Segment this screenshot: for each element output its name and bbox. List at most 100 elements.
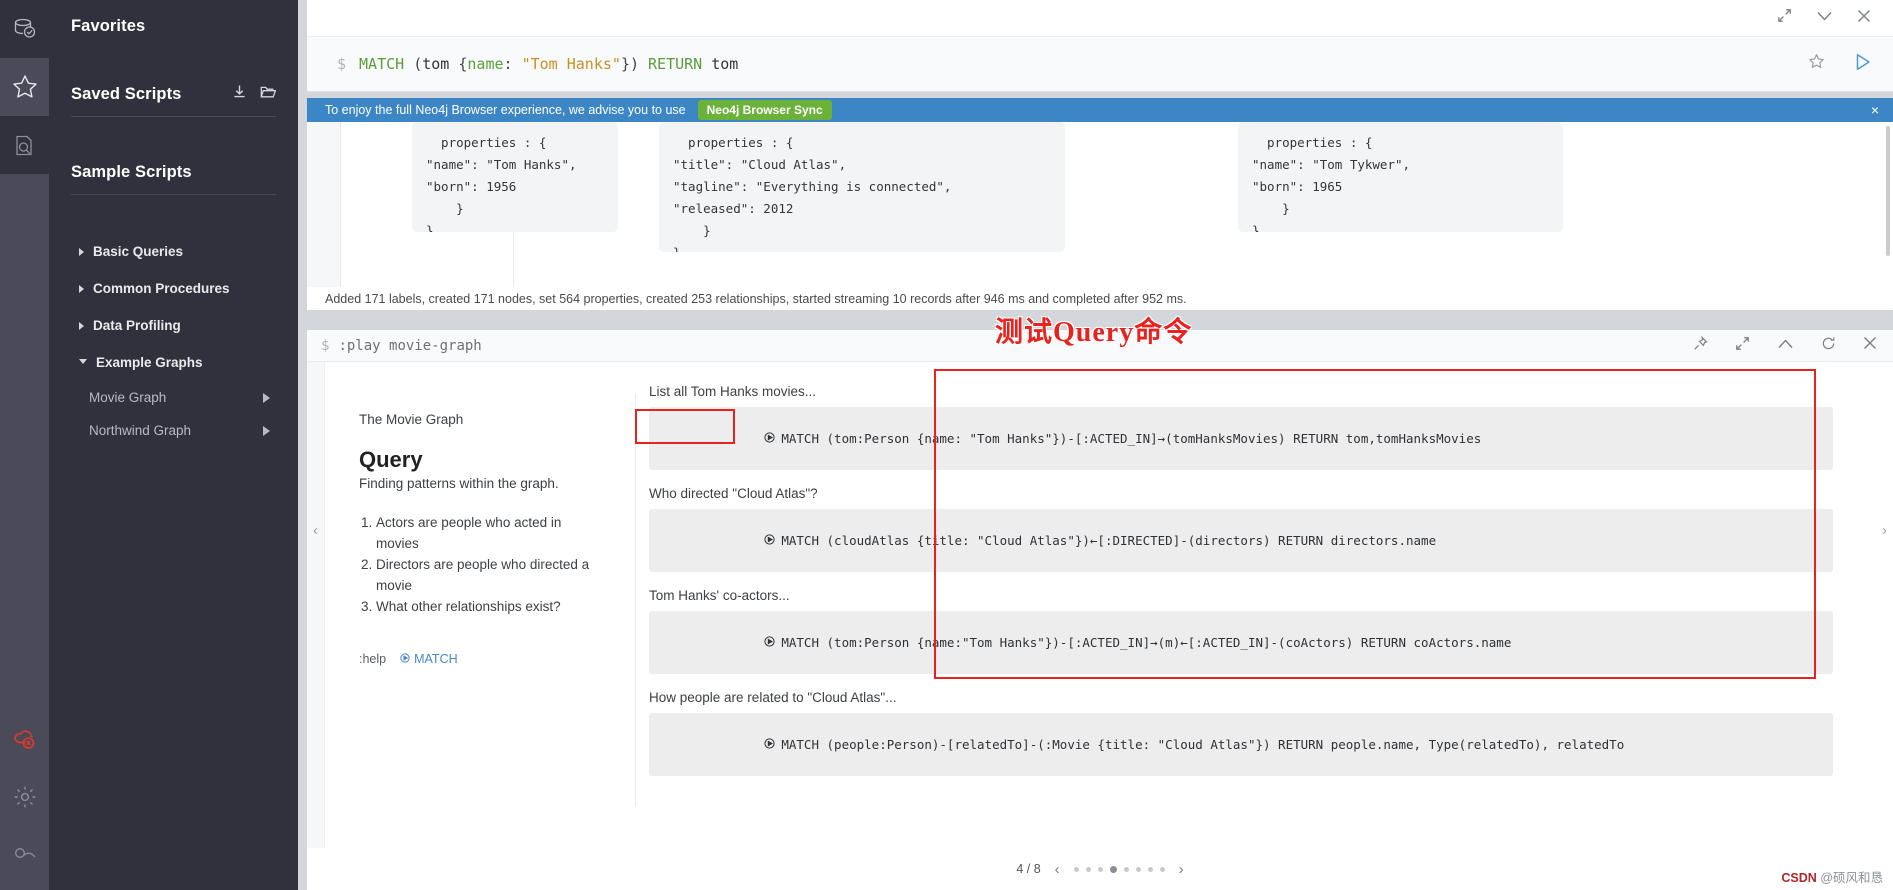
runnable-query[interactable]: MATCH (cloudAtlas {title: "Cloud Atlas"}… bbox=[649, 509, 1833, 572]
chevron-right-icon bbox=[79, 247, 84, 256]
tree-node-example-graphs[interactable]: Example Graphs bbox=[71, 344, 276, 381]
rail-item-documents[interactable] bbox=[0, 116, 49, 174]
help-match-link[interactable]: MATCH bbox=[400, 652, 458, 666]
page-dot-active[interactable] bbox=[1109, 865, 1117, 873]
collapse-left-icon[interactable]: ‹ bbox=[313, 522, 318, 539]
close-icon[interactable] bbox=[1857, 9, 1871, 28]
guide-list-item: Actors are people who acted in movies bbox=[376, 512, 605, 554]
query-label: Tom Hanks' co-actors... bbox=[649, 588, 790, 603]
sample-scripts-title: Sample Scripts bbox=[71, 163, 192, 181]
saved-scripts-title: Saved Scripts bbox=[71, 84, 182, 103]
tree-node-basic-queries[interactable]: Basic Queries bbox=[71, 233, 276, 270]
rail-item-favorites[interactable] bbox=[0, 58, 49, 116]
chevron-down-icon bbox=[79, 359, 87, 368]
favorites-star-icon bbox=[11, 73, 39, 101]
refresh-icon[interactable] bbox=[1821, 336, 1836, 356]
result-card: properties : { "name": "Tom Hanks", "bor… bbox=[412, 122, 618, 232]
pin-icon[interactable] bbox=[1693, 335, 1708, 356]
query-label: How people are related to "Cloud Atlas".… bbox=[649, 690, 897, 705]
chevron-right-icon bbox=[79, 284, 84, 293]
about-icon bbox=[12, 845, 38, 865]
play-guide-frame: $ :play movie-graph The Movie Graph Quer… bbox=[307, 330, 1893, 890]
rail-item-about[interactable] bbox=[0, 826, 49, 884]
saved-scripts-header: Saved Scripts bbox=[71, 36, 277, 104]
query-editor-frame: $ MATCH (tom {name: "Tom Hanks"}) RETURN… bbox=[307, 0, 1893, 92]
page-dot[interactable] bbox=[1123, 866, 1129, 872]
page-indicator: 4 / 8 bbox=[1016, 862, 1041, 876]
query-token: name bbox=[467, 55, 504, 73]
result-status-bar: Added 171 labels, created 171 nodes, set… bbox=[307, 287, 1893, 310]
page-dots bbox=[1073, 865, 1165, 873]
query-code-text: MATCH (people:Person)-[relatedTo]-(:Movi… bbox=[781, 737, 1625, 752]
runnable-query[interactable]: MATCH (tom:Person {name:"Tom Hanks"})-[:… bbox=[649, 611, 1833, 674]
expand-icon[interactable] bbox=[1735, 336, 1750, 356]
banner-text: To enjoy the full Neo4j Browser experien… bbox=[325, 103, 686, 117]
sample-scripts-tree: Basic Queries Common Procedures Data Pro… bbox=[71, 195, 276, 447]
next-page-button[interactable]: › bbox=[1179, 861, 1184, 878]
prompt-symbol: $ bbox=[337, 55, 347, 73]
collapse-right-icon[interactable]: › bbox=[1882, 522, 1887, 539]
result-scrollbar[interactable] bbox=[1886, 126, 1890, 256]
run-circle-icon bbox=[659, 518, 775, 563]
rail-item-database[interactable] bbox=[0, 0, 49, 58]
browser-sync-button[interactable]: Neo4j Browser Sync bbox=[697, 100, 832, 120]
chevron-up-icon[interactable] bbox=[1777, 337, 1794, 355]
query-label: List all Tom Hanks movies... bbox=[649, 384, 817, 399]
query-label: Who directed "Cloud Atlas"? bbox=[649, 486, 818, 501]
query-input-row[interactable]: $ MATCH (tom {name: "Tom Hanks"}) RETURN… bbox=[307, 36, 1893, 91]
main-content: $ MATCH (tom {name: "Tom Hanks"}) RETURN… bbox=[298, 0, 1893, 890]
page-dot[interactable] bbox=[1073, 866, 1079, 872]
page-dot[interactable] bbox=[1159, 866, 1165, 872]
query-code-text: MATCH (tom:Person {name: "Tom Hanks"})-[… bbox=[781, 431, 1482, 446]
rail-item-sync-status[interactable] bbox=[0, 710, 49, 768]
rail-item-settings[interactable] bbox=[0, 768, 49, 826]
play-icon[interactable] bbox=[263, 425, 270, 436]
status-text: Added 171 labels, created 171 nodes, set… bbox=[325, 291, 1187, 306]
chevron-down-icon[interactable] bbox=[1816, 9, 1833, 27]
query-code-text: MATCH (cloudAtlas {title: "Cloud Atlas"}… bbox=[781, 533, 1437, 548]
tree-node-common-procedures[interactable]: Common Procedures bbox=[71, 270, 276, 307]
watermark: CSDN @硕风和恳 bbox=[1781, 867, 1883, 886]
runnable-query[interactable]: MATCH (people:Person)-[relatedTo]-(:Movi… bbox=[649, 713, 1833, 776]
cloud-disconnected-icon bbox=[11, 726, 39, 752]
database-icon bbox=[12, 16, 38, 42]
run-circle-icon bbox=[400, 652, 410, 666]
browser-sync-banner: To enjoy the full Neo4j Browser experien… bbox=[307, 98, 1893, 122]
chevron-right-icon bbox=[79, 321, 84, 330]
runnable-query[interactable]: MATCH (tom:Person {name: "Tom Hanks"})-[… bbox=[649, 407, 1833, 470]
folder-icon[interactable] bbox=[260, 85, 277, 104]
guide-right-column: List all Tom Hanks movies... MATCH (tom:… bbox=[635, 362, 1893, 848]
guide-help-row: :help MATCH bbox=[359, 652, 605, 666]
help-label: :help bbox=[359, 652, 387, 666]
result-view-gutter bbox=[307, 122, 341, 310]
sidebar-drawer: Favorites Saved Scripts Sample Scripts B… bbox=[49, 0, 298, 890]
guide-subtitle: The Movie Graph bbox=[359, 412, 464, 427]
download-icon[interactable] bbox=[232, 84, 247, 104]
tree-leaf-northwind-graph[interactable]: Northwind Graph bbox=[71, 414, 276, 447]
page-dot[interactable] bbox=[1147, 866, 1153, 872]
banner-close-icon[interactable]: × bbox=[1871, 102, 1879, 118]
expand-icon[interactable] bbox=[1777, 8, 1792, 28]
neo4j-browser-window: Favorites Saved Scripts Sample Scripts B… bbox=[0, 0, 1893, 890]
play-icon[interactable] bbox=[263, 392, 270, 403]
tree-leaf-label: Movie Graph bbox=[89, 390, 167, 405]
favorite-star-icon[interactable] bbox=[1808, 53, 1825, 75]
page-dot[interactable] bbox=[1135, 866, 1141, 872]
tree-node-data-profiling[interactable]: Data Profiling bbox=[71, 307, 276, 344]
watermark-site: CSDN bbox=[1781, 871, 1817, 885]
guide-list-item: What other relationships exist? bbox=[376, 596, 605, 617]
query-text[interactable]: MATCH (tom {name: "Tom Hanks"}) RETURN t… bbox=[359, 55, 738, 73]
guide-lead: Finding patterns within the graph. bbox=[359, 476, 559, 491]
prev-page-button[interactable]: ‹ bbox=[1055, 861, 1060, 878]
close-icon[interactable] bbox=[1863, 336, 1877, 355]
page-dot[interactable] bbox=[1097, 866, 1103, 872]
result-card: properties : { "title": "Cloud Atlas", "… bbox=[659, 122, 1065, 252]
help-match-text: MATCH bbox=[414, 652, 458, 666]
tree-leaf-movie-graph[interactable]: Movie Graph bbox=[71, 381, 276, 414]
run-circle-icon bbox=[659, 722, 775, 767]
tree-node-label: Basic Queries bbox=[93, 244, 184, 259]
query-token: tom bbox=[422, 55, 459, 73]
guide-list-item: Directors are people who directed a movi… bbox=[376, 554, 605, 596]
run-play-icon[interactable] bbox=[1855, 53, 1871, 76]
page-dot[interactable] bbox=[1085, 866, 1091, 872]
